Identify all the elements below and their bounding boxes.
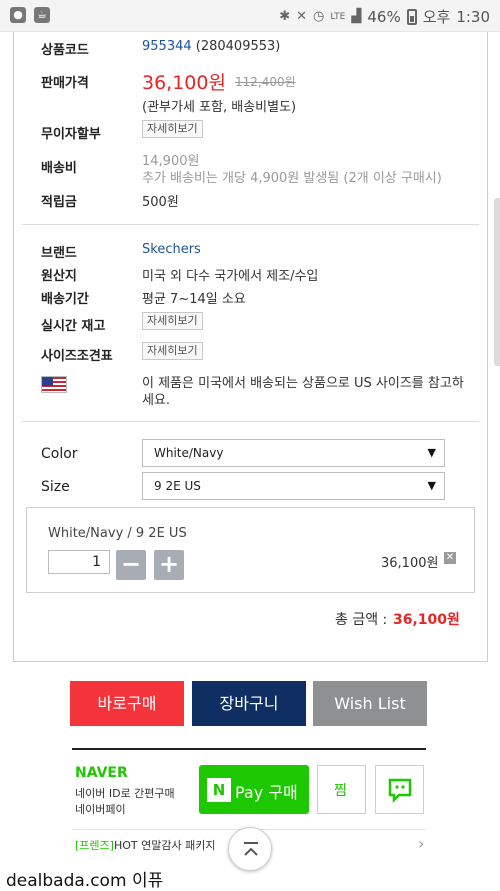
us-size-note-line2: 세요. [142,393,171,408]
battery-percent: 46% [367,7,401,26]
size-select[interactable]: 9 2E US ▼ [142,472,445,500]
points-value: 500원 [142,195,179,210]
line-price: 36,100원 [381,556,439,571]
brand-label: 브랜드 [41,246,77,261]
caret-down-icon: ▼ [427,479,436,492]
origin-value: 미국 외 다수 국가에서 제조/수입 [142,269,319,284]
product-code-value: 955344 [142,39,192,54]
price-label: 판매가격 [41,76,89,91]
watermark: dealbada.com 이퓨 [6,866,163,891]
delivery-value: 평균 7~14일 소요 [142,292,246,307]
divider [22,421,479,422]
clock-period: 오후 [422,8,451,26]
naver-pay-buy-button[interactable]: N Pay 구매 [199,765,309,814]
size-select-value: 9 2E US [154,479,201,493]
scrollbar-handle[interactable] [494,198,500,366]
total-label: 총 금액 : [335,612,388,628]
mute-icon: ✕ [296,9,308,24]
signal-icon: ▟ [351,9,362,24]
selected-option-label: White/Navy / 9 2E US [48,526,187,541]
installment-label: 무이자할부 [41,127,101,142]
chevron-up-icon [244,842,258,856]
shipping-label: 배송비 [41,161,77,176]
delivery-label: 배송기간 [41,292,89,307]
remove-option-icon[interactable]: ✕ [444,552,456,564]
add-to-cart-button[interactable]: 장바구니 [192,681,306,726]
chevron-right-icon[interactable]: › [418,834,424,853]
chat-app-icon: ● [10,7,26,23]
watermark-suffix: 이퓨 [131,871,164,891]
bluetooth-icon: ✱ [279,9,291,24]
promo-tag: [프렌즈] [75,839,114,852]
increase-quantity-button[interactable]: + [154,550,184,580]
naver-id-text: 네이버 ID로 간편구매 [75,787,175,800]
points-label: 적립금 [41,195,77,210]
us-flag-icon [41,376,67,393]
stock-label: 실시간 재고 [41,319,106,334]
quantity-input[interactable]: 1 [48,550,110,574]
wishlist-button[interactable]: Wish List [313,681,427,726]
total-amount: 36,100원 [393,612,460,628]
divider [22,224,479,225]
naver-pay-text: 네이버페이 [75,803,126,816]
caret-down-icon: ▼ [427,446,436,459]
naver-n-icon: N [207,778,231,802]
size-label: Size [41,479,70,495]
zzim-button[interactable]: 찜 [317,765,366,814]
original-price: 112,400원 [235,75,296,89]
price-note: (관부가세 포함, 배송비별도) [142,100,297,115]
naver-logo: NAVER [75,765,128,781]
talk-button[interactable] [375,765,424,814]
us-size-note-line1: 이 제품은 미국에서 배송되는 상품으로 US 사이즈를 참고하 [142,376,464,391]
alarm-icon: ◷ [313,9,325,24]
decrease-quantity-button[interactable]: − [116,550,146,580]
talk-icon [388,778,412,803]
product-code: 955344 (280409553) [142,39,280,54]
product-code-label: 상품코드 [41,43,89,58]
size-chart-detail-button[interactable]: 자세히보기 [142,342,203,360]
color-select-value: White/Navy [154,446,224,460]
buy-now-button[interactable]: 바로구매 [70,681,184,726]
status-bar: ● ☕ ✱ ✕ ◷ LTE ▟ 46% 오후 1:30 [0,0,500,32]
clock-time: 1:30 [456,7,490,26]
installment-detail-button[interactable]: 자세히보기 [142,120,203,138]
watermark-site: dealbada.com [6,871,127,891]
color-select[interactable]: White/Navy ▼ [142,439,445,467]
shipping-note: 추가 배송비는 개당 4,900원 발생됨 (2개 이상 구매시) [142,171,442,186]
product-code-sub: (280409553) [195,39,281,54]
scroll-to-top-button[interactable] [228,827,272,871]
zzim-label: 찜 [334,783,347,799]
coffee-icon: ☕ [34,7,50,23]
naver-promo[interactable]: [프렌즈]HOT 연말감사 패키지 [75,837,215,853]
battery-icon [406,8,417,25]
sale-price: 36,100원 [142,72,226,94]
network-type-label: LTE [330,11,346,22]
stock-detail-button[interactable]: 자세히보기 [142,312,203,330]
brand-link[interactable]: Skechers [142,242,201,257]
size-chart-label: 사이즈조견표 [41,349,113,364]
origin-label: 원산지 [41,269,77,284]
promo-text: HOT 연말감사 패키지 [113,839,216,852]
naver-pay-buy-label: Pay 구매 [235,783,298,802]
color-label: Color [41,446,78,462]
